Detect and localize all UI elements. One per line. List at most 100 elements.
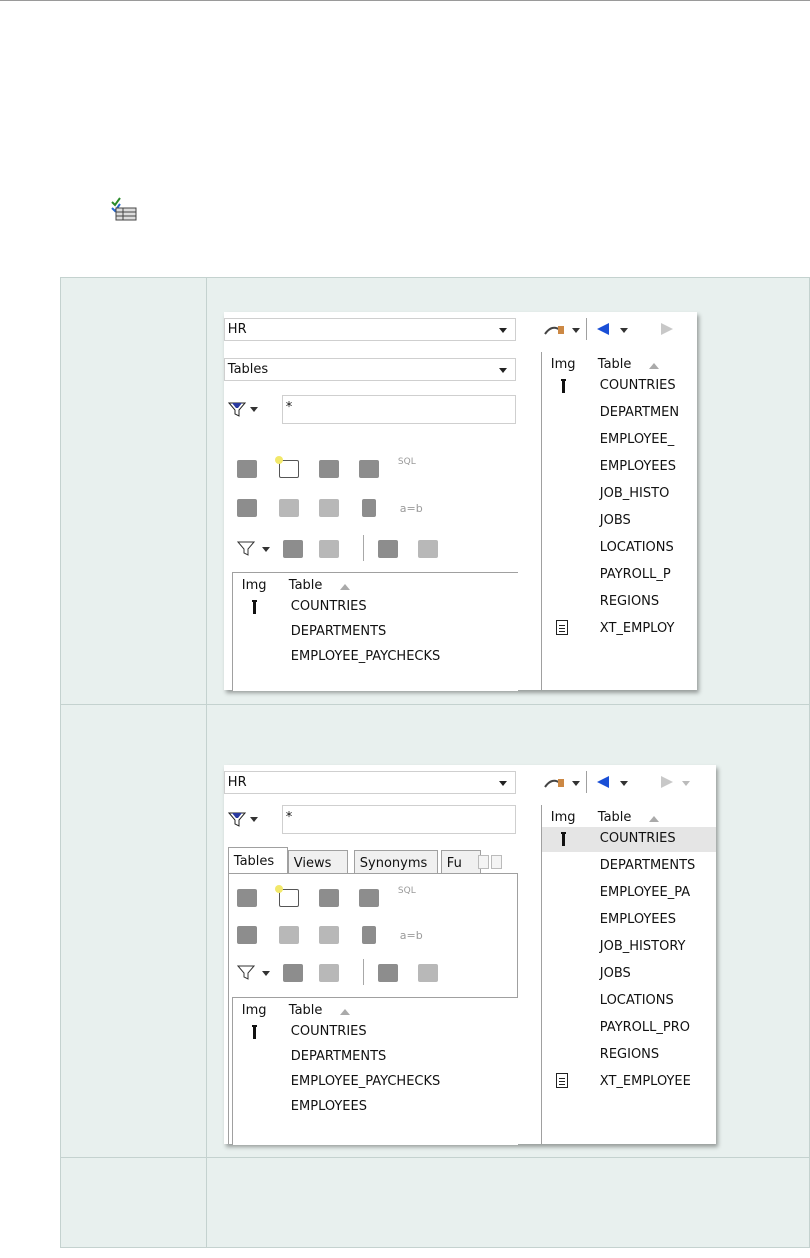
list-item[interactable]: REGIONS (542, 1043, 716, 1068)
hammer-icon[interactable] (417, 540, 438, 558)
table-list[interactable]: Img Table COUNTRIES DEPARTMENTS EMPLOYEE… (541, 805, 716, 1144)
table-row[interactable]: COUNTRIES (233, 1020, 518, 1045)
tab-scroll-left-icon[interactable] (477, 855, 489, 869)
connection-dropdown-icon[interactable] (571, 781, 580, 786)
compare-icon[interactable]: a=b (400, 502, 424, 520)
find-icon[interactable] (377, 540, 398, 558)
schema-combo[interactable]: HR (223, 318, 516, 341)
list-item[interactable]: JOB_HISTORY (542, 935, 716, 960)
table-row[interactable]: EMPLOYEE_PAYCHECKS (233, 645, 518, 670)
column-icon[interactable] (361, 926, 376, 944)
list-item[interactable]: JOB_HISTO (542, 482, 697, 507)
table-relations-icon[interactable] (236, 499, 257, 517)
table-row[interactable]: COUNTRIES (233, 595, 518, 620)
tools-icon[interactable] (282, 964, 303, 982)
tab-scroll-right-icon[interactable] (490, 855, 502, 869)
img-column-header[interactable]: Img (551, 357, 576, 372)
funnel-icon[interactable] (236, 541, 255, 557)
table-column-header[interactable]: Table (598, 810, 632, 825)
img-column-header[interactable]: Img (551, 810, 576, 825)
list-item[interactable]: EMPLOYEE_PA (542, 881, 716, 906)
list-item[interactable]: DEPARTMEN (542, 401, 697, 426)
schema-combo[interactable]: HR (223, 771, 516, 794)
list-item[interactable]: LOCATIONS (542, 989, 716, 1014)
table-name: JOBS (599, 966, 631, 981)
column-icon[interactable] (361, 499, 376, 517)
forward-dropdown-icon[interactable] (681, 781, 690, 786)
table-column-icon (251, 1025, 257, 1039)
compare-icon[interactable]: a=b (400, 929, 424, 947)
export-icon[interactable] (358, 460, 379, 478)
table-name: JOB_HISTO (599, 486, 670, 501)
list-item[interactable]: PAYROLL_P (542, 563, 697, 588)
forward-arrow-icon[interactable] (660, 775, 674, 789)
table-row[interactable]: EMPLOYEES (233, 1095, 518, 1120)
funnel-dropdown-icon[interactable] (261, 971, 270, 976)
table-row[interactable]: DEPARTMENTS (233, 620, 518, 645)
back-arrow-icon[interactable] (596, 322, 610, 336)
filter-input[interactable]: * (281, 805, 516, 834)
tab-tables[interactable]: Tables (227, 847, 288, 874)
tree-icon[interactable] (318, 540, 339, 558)
back-dropdown-icon[interactable] (619, 328, 628, 333)
forward-arrow-icon[interactable] (660, 322, 674, 336)
list-item-selected[interactable]: COUNTRIES (541, 827, 716, 852)
sql-icon[interactable]: SQL (396, 887, 418, 905)
key-icon[interactable] (278, 926, 299, 944)
tree-icon[interactable] (318, 964, 339, 982)
list-item[interactable]: DEPARTMENTS (542, 854, 716, 879)
list-item[interactable]: EMPLOYEES (542, 455, 697, 480)
tab-functions[interactable]: Fu (440, 850, 481, 874)
list-item[interactable]: PAYROLL_PRO (542, 1016, 716, 1041)
filter-dropdown-icon[interactable] (249, 407, 258, 412)
list-item[interactable]: COUNTRIES (542, 374, 697, 399)
tab-synonyms[interactable]: Synonyms (353, 850, 438, 874)
hammer-icon[interactable] (417, 964, 438, 982)
filter-input[interactable]: * (281, 395, 516, 424)
foreign-key-icon[interactable] (318, 499, 339, 517)
back-dropdown-icon[interactable] (619, 781, 628, 786)
table-relations-icon[interactable] (236, 926, 257, 944)
connection-icon[interactable] (543, 322, 566, 338)
list-item[interactable]: XT_EMPLOY (542, 617, 697, 642)
img-column-header[interactable]: Img (242, 1003, 267, 1018)
table-row[interactable]: DEPARTMENTS (233, 1045, 518, 1070)
img-column-header[interactable]: Img (242, 578, 267, 593)
filter-dropdown-icon[interactable] (249, 817, 258, 822)
list-item[interactable]: JOBS (542, 509, 697, 534)
list-item[interactable]: EMPLOYEE_ (542, 428, 697, 453)
list-item[interactable]: LOCATIONS (542, 536, 697, 561)
key-icon[interactable] (278, 499, 299, 517)
list-item[interactable]: REGIONS (542, 590, 697, 615)
copy-object-icon[interactable] (318, 460, 339, 478)
list-item[interactable]: XT_EMPLOYEE (542, 1070, 716, 1095)
back-arrow-icon[interactable] (596, 775, 610, 789)
funnel-dropdown-icon[interactable] (261, 547, 270, 552)
find-icon[interactable] (377, 964, 398, 982)
sql-icon[interactable]: SQL (396, 458, 418, 476)
new-object-icon[interactable] (274, 456, 299, 478)
tab-views[interactable]: Views (287, 850, 348, 874)
table-list[interactable]: Img Table COUNTRIES DEPARTMEN EMPLOYEE_ … (541, 352, 697, 690)
object-type-combo[interactable]: Tables (223, 358, 516, 381)
filter-icon[interactable] (227, 400, 246, 418)
table-column-header[interactable]: Table (289, 578, 323, 593)
table-row[interactable]: EMPLOYEE_PAYCHECKS (233, 1070, 518, 1095)
filter-icon[interactable] (227, 810, 246, 828)
object-grid[interactable]: Img Table COUNTRIES DEPARTMENTS EMPLOYEE… (231, 997, 518, 1145)
table-column-header[interactable]: Table (289, 1003, 323, 1018)
tools-icon[interactable] (282, 540, 303, 558)
export-icon[interactable] (358, 889, 379, 907)
list-item[interactable]: EMPLOYEES (542, 908, 716, 933)
foreign-key-icon[interactable] (318, 926, 339, 944)
report-icon[interactable] (236, 460, 257, 478)
copy-object-icon[interactable] (318, 889, 339, 907)
funnel-icon[interactable] (236, 965, 255, 981)
report-icon[interactable] (236, 889, 257, 907)
list-item[interactable]: JOBS (542, 962, 716, 987)
connection-dropdown-icon[interactable] (571, 328, 580, 333)
new-object-icon[interactable] (274, 885, 299, 907)
object-grid[interactable]: Img Table COUNTRIES DEPARTMENTS EMPLOYEE… (231, 572, 518, 691)
connection-icon[interactable] (543, 775, 566, 791)
table-column-header[interactable]: Table (598, 357, 632, 372)
